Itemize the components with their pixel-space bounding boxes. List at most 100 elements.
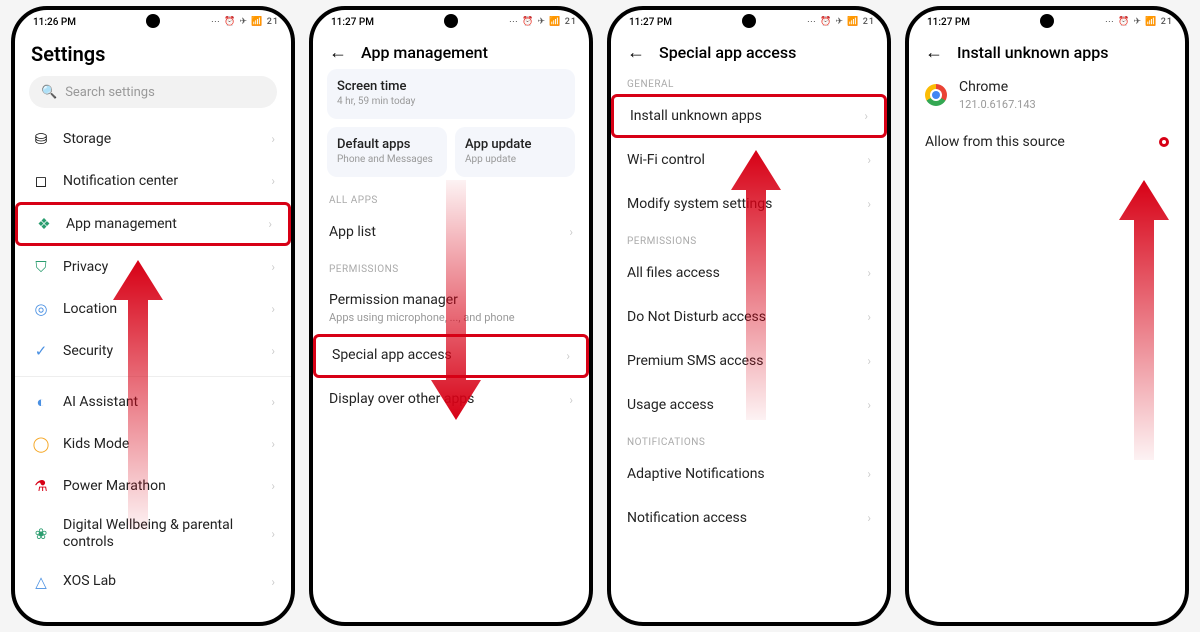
back-icon[interactable]: ← xyxy=(925,42,943,63)
card-app-update[interactable]: App update App update xyxy=(455,127,575,177)
card-title: Default apps xyxy=(337,137,437,152)
section-permissions: PERMISSIONS xyxy=(611,226,887,251)
row-label: Special app access xyxy=(332,347,554,364)
chevron-icon: › xyxy=(867,398,871,412)
row-adaptive-notifications[interactable]: Adaptive Notifications › xyxy=(611,452,887,496)
location-icon: ◎ xyxy=(31,300,51,318)
card-row: Default apps Phone and Messages App upda… xyxy=(313,127,589,185)
row-label: Adaptive Notifications xyxy=(627,466,855,483)
row-modify-system[interactable]: Modify system settings › xyxy=(611,182,887,226)
chevron-icon: › xyxy=(867,310,871,324)
search-placeholder: Search settings xyxy=(65,85,155,100)
chevron-icon: › xyxy=(271,132,275,146)
row-label: Digital Wellbeing & parental controls xyxy=(63,517,259,551)
row-app-management[interactable]: ❖App management› xyxy=(15,202,291,246)
page-title: Special app access xyxy=(659,43,796,62)
row-allow-from-source[interactable]: Allow from this source xyxy=(909,121,1185,163)
storage-icon: ⛁ xyxy=(31,130,51,148)
phone-settings: 11:26 PM ⋯ ⏰ ✈ 📶 21 Settings 🔍 Search se… xyxy=(11,6,295,626)
row-label: Modify system settings xyxy=(627,196,855,213)
chevron-icon: › xyxy=(867,197,871,211)
row-all-files-access[interactable]: All files access › xyxy=(611,251,887,295)
punch-hole xyxy=(742,14,756,28)
chevron-icon: › xyxy=(864,109,868,123)
card-sub: App update xyxy=(465,154,565,165)
row-power-marathon[interactable]: ⚗ Power Marathon › xyxy=(15,465,291,507)
marathon-icon: ⚗ xyxy=(31,477,51,495)
row-label: Privacy xyxy=(63,259,259,276)
chrome-icon xyxy=(925,84,947,106)
header: ← App management xyxy=(313,34,589,69)
search-input[interactable]: 🔍 Search settings xyxy=(29,76,277,108)
row-usage-access[interactable]: Usage access › xyxy=(611,383,887,427)
row-label: Premium SMS access xyxy=(627,353,855,370)
row-label: Install unknown apps xyxy=(630,108,852,125)
chevron-icon: › xyxy=(271,437,275,451)
back-icon[interactable]: ← xyxy=(329,42,347,63)
row-label: Usage access xyxy=(627,397,855,414)
page-title: App management xyxy=(361,43,488,62)
row-digital-wellbeing[interactable]: ❀Digital Wellbeing & parental controls› xyxy=(15,507,291,561)
section-general: GENERAL xyxy=(611,69,887,94)
row-display-over-apps[interactable]: Display over other apps› xyxy=(313,378,589,422)
row-label: Power Marathon xyxy=(63,478,259,495)
card-screen-time[interactable]: Screen time 4 hr, 59 min today xyxy=(327,69,575,119)
card-default-apps[interactable]: Default apps Phone and Messages xyxy=(327,127,447,177)
chevron-icon: › xyxy=(867,354,871,368)
wellbeing-icon: ❀ xyxy=(31,525,51,543)
chevron-icon: › xyxy=(569,225,573,239)
app-name: Chrome xyxy=(959,79,1008,95)
apps-icon: ❖ xyxy=(34,215,54,233)
page-title: Settings xyxy=(31,42,105,66)
row-label: Storage xyxy=(63,131,259,148)
row-dnd-access[interactable]: Do Not Disturb access › xyxy=(611,295,887,339)
xos-icon: △ xyxy=(31,573,51,591)
chevron-icon: › xyxy=(867,467,871,481)
chevron-icon: › xyxy=(271,479,275,493)
card-sub: 4 hr, 59 min today xyxy=(337,96,565,107)
row-notification-access[interactable]: Notification access› xyxy=(611,496,887,540)
kids-icon: ◯ xyxy=(31,435,51,453)
status-icons: ⋯ ⏰ ✈ 📶 21 xyxy=(807,17,875,27)
row-storage[interactable]: ⛁ Storage › xyxy=(15,118,291,160)
row-privacy[interactable]: ⛉Privacy› xyxy=(15,246,291,288)
row-label: Display over other apps xyxy=(329,391,557,408)
row-label: Do Not Disturb access xyxy=(627,309,855,326)
ai-icon: ◐ xyxy=(31,393,51,411)
row-security[interactable]: ✓Security› xyxy=(15,330,291,372)
row-label: Security xyxy=(63,343,259,360)
row-label: Permission manager xyxy=(329,292,458,308)
row-premium-sms[interactable]: Premium SMS access › xyxy=(611,339,887,383)
section-all-apps: ALL APPS xyxy=(313,185,589,210)
privacy-icon: ⛉ xyxy=(31,258,51,276)
header: ← Install unknown apps xyxy=(909,34,1185,69)
row-label: XOS Lab xyxy=(63,573,259,590)
row-wifi-control[interactable]: Wi-Fi control› xyxy=(611,138,887,182)
chevron-icon: › xyxy=(271,174,275,188)
chevron-icon: › xyxy=(867,266,871,280)
row-install-unknown-apps[interactable]: Install unknown apps › xyxy=(611,94,887,138)
header: ← Special app access xyxy=(611,34,887,69)
punch-hole xyxy=(1040,14,1054,28)
row-notification-center[interactable]: ◻Notification center› xyxy=(15,160,291,202)
row-permission-manager[interactable]: Permission manager Apps using microphone… xyxy=(313,279,589,334)
chevron-icon: › xyxy=(268,217,272,231)
row-label: Wi-Fi control xyxy=(627,152,855,169)
row-location[interactable]: ◎Location› xyxy=(15,288,291,330)
card-title: App update xyxy=(465,137,565,152)
row-kids-mode[interactable]: ◯Kids Mode› xyxy=(15,423,291,465)
row-label: App list xyxy=(329,224,557,241)
punch-hole xyxy=(146,14,160,28)
back-icon[interactable]: ← xyxy=(627,42,645,63)
row-sub: Apps using microphone, ..., and phone xyxy=(329,311,573,324)
phone-app-management: 11:27 PM ⋯ ⏰ ✈ 📶 21 ← App management Scr… xyxy=(309,6,593,626)
chevron-icon: › xyxy=(566,349,570,363)
page-title: Install unknown apps xyxy=(957,43,1109,62)
row-xos-lab[interactable]: △XOS Lab› xyxy=(15,561,291,603)
row-label: All files access xyxy=(627,265,855,282)
row-ai-assistant[interactable]: ◐AI Assistant› xyxy=(15,381,291,423)
status-time: 11:27 PM xyxy=(629,17,672,28)
row-app-list[interactable]: App list › xyxy=(313,210,589,254)
row-label: Location xyxy=(63,301,259,318)
row-special-app-access[interactable]: Special app access › xyxy=(313,334,589,378)
